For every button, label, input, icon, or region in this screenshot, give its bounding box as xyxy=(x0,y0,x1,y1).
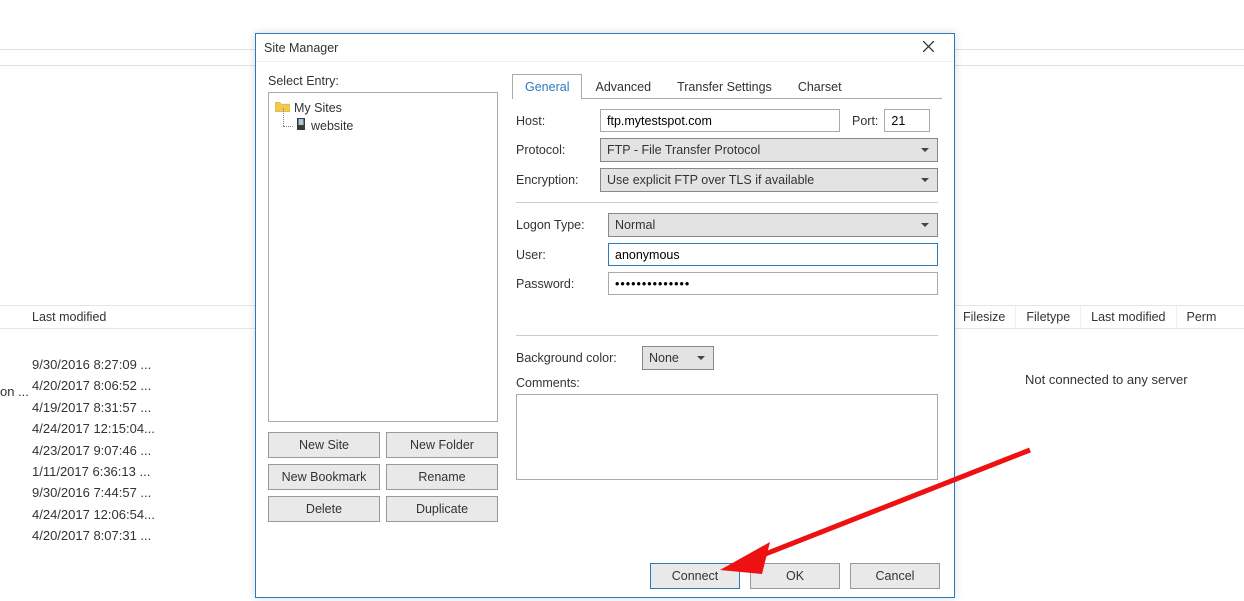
bg-right-column-headers: Filesize Filetype Last modified Perm xyxy=(953,305,1244,329)
tree-child[interactable]: website xyxy=(275,116,491,135)
connect-button[interactable]: Connect xyxy=(650,563,740,589)
list-item: 4/24/2017 12:06:54... xyxy=(32,504,155,525)
tab-bar: General Advanced Transfer Settings Chars… xyxy=(512,74,942,99)
list-item: 4/20/2017 8:06:52 ... xyxy=(32,375,155,396)
titlebar: Site Manager xyxy=(256,34,954,62)
bgcolor-select[interactable]: None xyxy=(642,346,714,370)
delete-button[interactable]: Delete xyxy=(268,496,380,522)
list-item: 4/20/2017 8:07:31 ... xyxy=(32,525,155,546)
select-entry-label: Select Entry: xyxy=(268,74,498,88)
tree-root-label: My Sites xyxy=(294,101,342,115)
comments-textarea[interactable] xyxy=(516,394,938,480)
tree-root[interactable]: My Sites xyxy=(275,99,491,116)
tab-advanced[interactable]: Advanced xyxy=(582,74,664,99)
new-bookmark-button[interactable]: New Bookmark xyxy=(268,464,380,490)
tab-general[interactable]: General xyxy=(512,74,582,99)
comments-label: Comments: xyxy=(516,376,580,390)
password-label: Password: xyxy=(516,277,602,291)
tab-charset[interactable]: Charset xyxy=(785,74,855,99)
host-input[interactable] xyxy=(600,109,840,132)
site-manager-dialog: Site Manager Select Entry: My Sites webs… xyxy=(255,33,955,598)
logon-type-label: Logon Type: xyxy=(516,218,602,232)
port-label: Port: xyxy=(852,114,878,128)
col-filetype: Filetype xyxy=(1016,306,1081,328)
list-item: 4/19/2017 8:31:57 ... xyxy=(32,397,155,418)
close-button[interactable] xyxy=(910,41,946,55)
list-item: 4/24/2017 12:15:04... xyxy=(32,418,155,439)
bg-left-column-header: Last modified xyxy=(0,305,255,329)
col-perm: Perm xyxy=(1177,306,1227,328)
list-item: 9/30/2016 7:44:57 ... xyxy=(32,482,155,503)
bgcolor-label: Background color: xyxy=(516,351,636,365)
list-item: 1/11/2017 6:36:13 ... xyxy=(32,461,155,482)
cancel-button[interactable]: Cancel xyxy=(850,563,940,589)
server-icon xyxy=(295,117,307,134)
duplicate-button[interactable]: Duplicate xyxy=(386,496,498,522)
col-filesize: Filesize xyxy=(953,306,1016,328)
protocol-select[interactable]: FTP - File Transfer Protocol xyxy=(600,138,938,162)
ok-button[interactable]: OK xyxy=(750,563,840,589)
list-item: 9/30/2016 8:27:09 ... xyxy=(32,354,155,375)
port-input[interactable] xyxy=(884,109,930,132)
bg-row-truncated: on ... xyxy=(0,384,29,399)
not-connected-message: Not connected to any server xyxy=(1025,372,1188,387)
tab-transfer-settings[interactable]: Transfer Settings xyxy=(664,74,785,99)
list-item: 4/23/2017 9:07:46 ... xyxy=(32,440,155,461)
host-label: Host: xyxy=(516,114,594,128)
tree-child-label: website xyxy=(311,119,353,133)
new-folder-button[interactable]: New Folder xyxy=(386,432,498,458)
logon-type-select[interactable]: Normal xyxy=(608,213,938,237)
protocol-label: Protocol: xyxy=(516,143,594,157)
encryption-select[interactable]: Use explicit FTP over TLS if available xyxy=(600,168,938,192)
rename-button[interactable]: Rename xyxy=(386,464,498,490)
user-input[interactable] xyxy=(608,243,938,266)
user-label: User: xyxy=(516,248,602,262)
bg-date-list: 9/30/2016 8:27:09 ... 4/20/2017 8:06:52 … xyxy=(32,354,155,547)
dialog-title: Site Manager xyxy=(264,41,910,55)
site-tree[interactable]: My Sites website xyxy=(268,92,498,422)
encryption-label: Encryption: xyxy=(516,173,594,187)
new-site-button[interactable]: New Site xyxy=(268,432,380,458)
col-last-modified: Last modified xyxy=(32,310,106,324)
col-last-modified-r: Last modified xyxy=(1081,306,1176,328)
password-input[interactable] xyxy=(608,272,938,295)
close-icon xyxy=(923,41,934,52)
